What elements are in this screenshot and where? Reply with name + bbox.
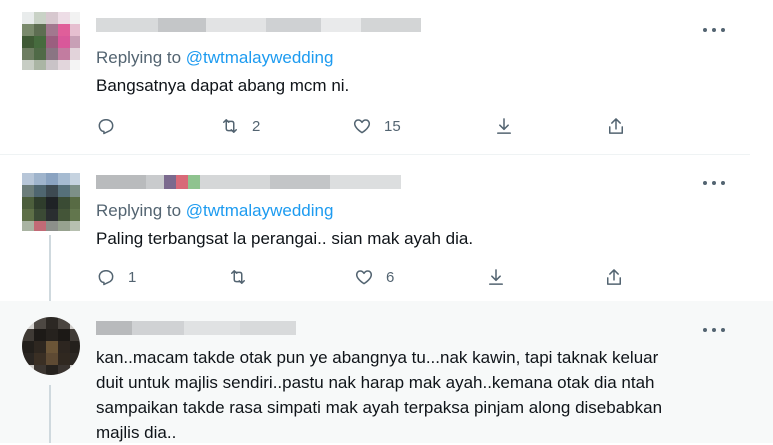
like-button[interactable]: 15 bbox=[352, 114, 401, 138]
share-button[interactable] bbox=[604, 265, 624, 289]
tweet-text: Paling terbangsat la perangai.. sian mak… bbox=[96, 229, 474, 248]
tweet-actions: 2 15 bbox=[96, 114, 636, 138]
more-icon[interactable] bbox=[703, 323, 725, 337]
reply-icon bbox=[96, 116, 116, 136]
thread-line bbox=[49, 235, 51, 301]
avatar[interactable] bbox=[22, 173, 80, 231]
replying-handle-link[interactable]: @twtmalaywedding bbox=[186, 48, 334, 67]
download-button[interactable] bbox=[486, 265, 506, 289]
more-icon[interactable] bbox=[703, 176, 725, 190]
like-count: 6 bbox=[386, 268, 395, 286]
replying-handle-link[interactable]: @twtmalaywedding bbox=[186, 201, 334, 220]
share-icon bbox=[606, 116, 626, 136]
share-icon bbox=[604, 267, 624, 287]
replying-to: Replying to @twtmalaywedding bbox=[96, 48, 333, 68]
tweet-actions: 1 6 bbox=[96, 265, 636, 289]
heart-icon bbox=[352, 116, 372, 136]
like-count: 15 bbox=[384, 117, 401, 135]
replying-to: Replying to @twtmalaywedding bbox=[96, 201, 333, 221]
tweet-text: Bangsatnya dapat abang mcm ni. bbox=[96, 76, 350, 95]
reply-button[interactable]: 1 bbox=[96, 265, 136, 289]
display-name[interactable] bbox=[96, 321, 296, 335]
replying-prefix: Replying to bbox=[96, 48, 186, 67]
download-icon bbox=[486, 267, 506, 287]
tweet-reply-2[interactable]: Replying to @twtmalaywedding Paling terb… bbox=[0, 155, 773, 301]
tweet-reply-3[interactable]: kan..macam takde otak pun ye abangnya tu… bbox=[0, 301, 773, 443]
thread-line bbox=[49, 385, 51, 443]
retweet-button[interactable]: 2 bbox=[220, 114, 260, 138]
retweet-button[interactable] bbox=[228, 265, 260, 289]
more-icon[interactable] bbox=[703, 23, 725, 37]
avatar[interactable] bbox=[22, 317, 80, 375]
retweet-icon bbox=[228, 267, 248, 287]
download-button[interactable] bbox=[494, 114, 514, 138]
avatar[interactable] bbox=[22, 12, 80, 70]
like-button[interactable]: 6 bbox=[354, 265, 394, 289]
retweet-count: 2 bbox=[252, 117, 261, 135]
reply-count: 1 bbox=[128, 268, 137, 286]
heart-icon bbox=[354, 267, 374, 287]
reply-icon bbox=[96, 267, 116, 287]
retweet-icon bbox=[220, 116, 240, 136]
reply-button[interactable] bbox=[96, 114, 128, 138]
share-button[interactable] bbox=[606, 114, 626, 138]
tweet-text: kan..macam takde otak pun ye abangnya tu… bbox=[96, 348, 663, 442]
display-name[interactable] bbox=[96, 18, 421, 32]
display-name[interactable] bbox=[96, 175, 401, 189]
tweet-reply-1[interactable]: Replying to @twtmalaywedding Bangsatnya … bbox=[0, 0, 773, 155]
replying-prefix: Replying to bbox=[96, 201, 186, 220]
download-icon bbox=[494, 116, 514, 136]
